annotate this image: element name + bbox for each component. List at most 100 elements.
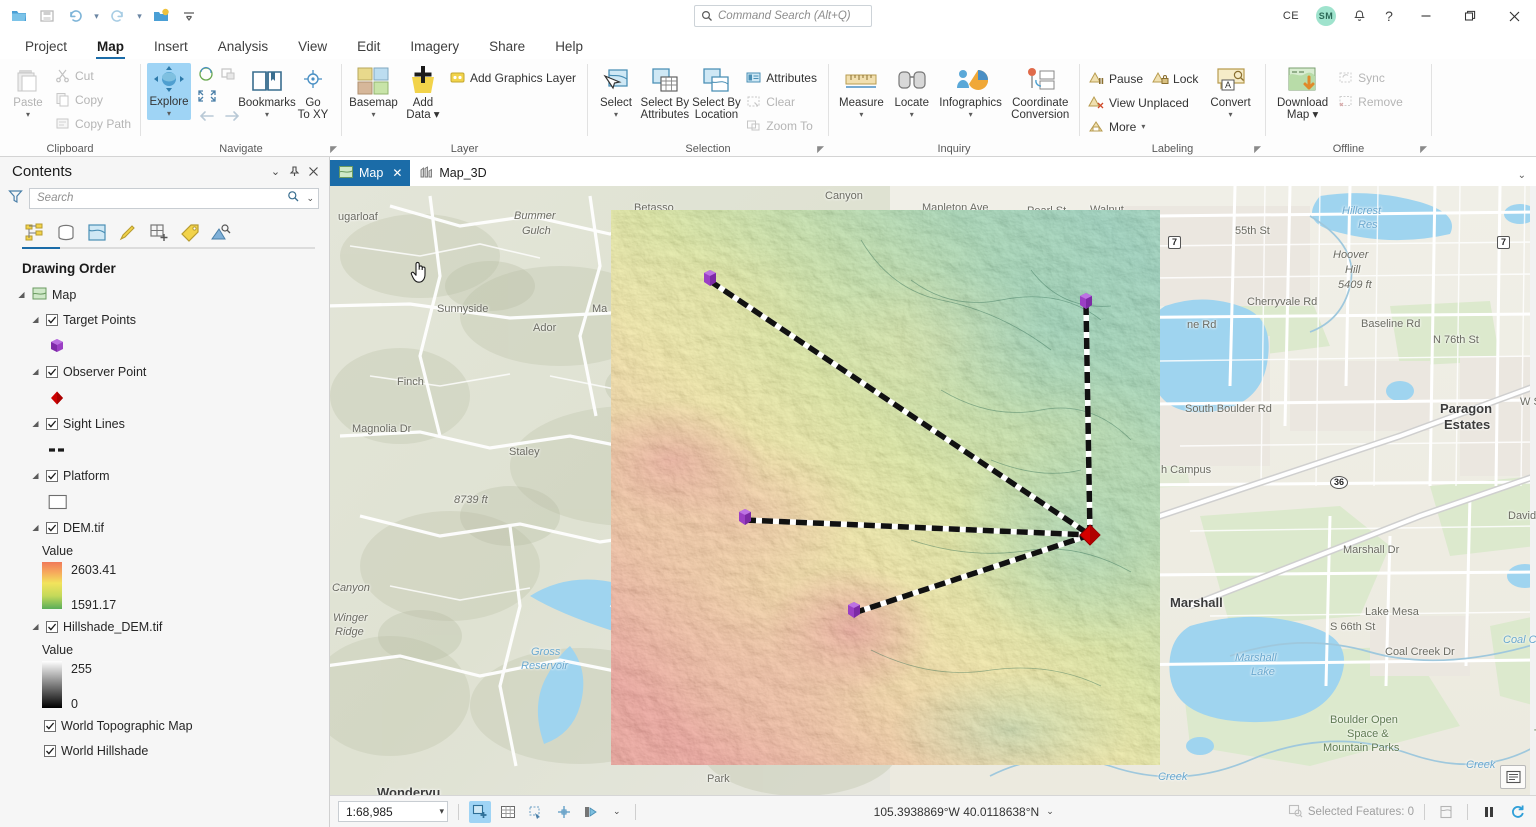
drawing-status-icon[interactable]	[1435, 801, 1457, 823]
search-icon[interactable]	[287, 190, 300, 206]
infographics-caret[interactable]: ▾	[969, 110, 973, 119]
basemap-button[interactable]: Basemap ▾	[348, 63, 399, 121]
expand-arrow-icon[interactable]: ◢	[30, 622, 41, 631]
status-more-caret[interactable]: ⌄	[609, 806, 625, 817]
paste-button[interactable]: Paste ▾	[6, 63, 50, 121]
list-by-snapping-icon[interactable]	[146, 220, 172, 246]
expand-arrow-icon[interactable]: ◢	[30, 523, 41, 532]
zoom-in-corners-icon[interactable]	[197, 89, 217, 106]
more-labeling-button[interactable]: More ▾	[1086, 115, 1203, 138]
toc-checkbox-hillshade[interactable]	[46, 620, 58, 633]
scale-dropdown-caret[interactable]: ▾	[439, 806, 444, 817]
list-by-diagram-icon[interactable]	[208, 220, 234, 246]
list-by-drawing-order-icon[interactable]	[22, 220, 48, 246]
toc-checkbox-observer-point[interactable]	[46, 365, 58, 378]
toc-item-dem[interactable]: ◢ DEM.tif	[8, 515, 329, 540]
view-tab-map-3d[interactable]: Map_3D	[410, 160, 494, 186]
copy-button[interactable]: Copy	[52, 88, 136, 111]
select-by-location-button[interactable]: Select By Location	[692, 63, 742, 123]
measure-button[interactable]: Measure ▾	[835, 63, 888, 121]
list-by-data-source-icon[interactable]	[53, 220, 79, 246]
explore-button[interactable]: Explore ▾	[147, 63, 191, 120]
ribbon-tab-view[interactable]: View	[283, 37, 342, 59]
toc-item-platform[interactable]: ◢ Platform	[8, 463, 329, 488]
forward-arrow-icon[interactable]	[223, 109, 241, 126]
contents-close-icon[interactable]	[304, 160, 323, 182]
contents-pin-icon[interactable]	[285, 160, 304, 182]
pause-drawing-icon[interactable]	[1478, 801, 1500, 823]
restore-button[interactable]	[1448, 0, 1492, 32]
download-map-button[interactable]: Download Map ▾	[1272, 63, 1333, 123]
attributes-button[interactable]: Attributes	[743, 66, 822, 89]
view-tab-map[interactable]: Map ✕	[330, 160, 411, 186]
toc-checkbox-world-hillshade[interactable]	[44, 744, 56, 757]
undo-dropdown-caret[interactable]: ▾	[90, 3, 103, 29]
open-project-icon[interactable]	[6, 3, 32, 29]
ribbon-tab-share[interactable]: Share	[474, 37, 540, 59]
undo-icon[interactable]	[62, 3, 88, 29]
ribbon-tab-project[interactable]: Project	[10, 37, 82, 59]
save-project-icon[interactable]	[34, 3, 60, 29]
select-by-attributes-button[interactable]: Select By Attributes	[640, 63, 690, 123]
customize-qat-icon[interactable]	[176, 3, 202, 29]
ribbon-tab-help[interactable]: Help	[540, 37, 598, 59]
convert-labels-caret[interactable]: ▾	[1229, 110, 1233, 119]
full-extent-icon[interactable]	[197, 65, 215, 86]
expand-arrow-icon[interactable]: ◢	[30, 367, 41, 376]
selection-dialog-launcher-icon[interactable]: ◤	[817, 144, 824, 155]
coordinate-conversion-button[interactable]: Coordinate Conversion	[1007, 63, 1073, 123]
labeling-dialog-launcher-icon[interactable]: ◤	[1254, 144, 1261, 155]
view-tab-overflow-caret[interactable]: ⌄	[1518, 170, 1536, 186]
map-scale-selector[interactable]: 1:68,985 ▾	[338, 801, 448, 822]
clear-selection-button[interactable]: Clear	[743, 90, 822, 113]
offline-dialog-launcher-icon[interactable]: ◤	[1420, 144, 1427, 155]
close-map-tab-icon[interactable]: ✕	[392, 166, 402, 180]
copy-path-button[interactable]: Copy Path	[52, 112, 136, 135]
list-by-selection-icon[interactable]	[84, 220, 110, 246]
minimize-button[interactable]	[1404, 0, 1448, 32]
go-to-xy-button[interactable]: Go To XY	[291, 63, 335, 123]
list-by-editing-icon[interactable]	[115, 220, 141, 246]
back-arrow-icon[interactable]	[198, 109, 216, 126]
map-legend-overlay-button[interactable]	[1500, 765, 1526, 789]
ribbon-tab-analysis[interactable]: Analysis	[203, 37, 283, 59]
ribbon-tab-imagery[interactable]: Imagery	[395, 37, 474, 59]
select-button[interactable]: Select ▾	[594, 63, 638, 121]
selection-tool-button[interactable]	[469, 800, 491, 823]
expand-arrow-icon[interactable]: ◢	[30, 471, 41, 480]
locate-caret[interactable]: ▾	[910, 110, 914, 119]
search-dropdown-caret[interactable]: ⌄	[303, 193, 314, 204]
contents-menu-caret-icon[interactable]: ⌄	[266, 160, 285, 182]
user-avatar-sm[interactable]: SM	[1316, 6, 1336, 26]
map-navigation-button[interactable]	[581, 801, 603, 823]
view-unplaced-button[interactable]: View Unplaced	[1086, 91, 1203, 114]
contents-search-input[interactable]: Search ⌄	[29, 187, 319, 209]
navigate-dialog-launcher-icon[interactable]: ◤	[330, 144, 337, 155]
save-as-icon[interactable]	[148, 3, 174, 29]
infographics-button[interactable]: Infographics ▾	[936, 63, 1006, 121]
select-caret[interactable]: ▾	[614, 110, 618, 119]
refresh-icon[interactable]	[1506, 801, 1528, 823]
sync-button[interactable]: Sync	[1335, 66, 1408, 89]
ribbon-tab-insert[interactable]: Insert	[139, 37, 203, 59]
pause-labeling-button[interactable]: Pause	[1086, 67, 1148, 90]
toc-checkbox-dem[interactable]	[46, 521, 58, 534]
convert-labels-button[interactable]: A Convert ▾	[1205, 63, 1255, 121]
more-labeling-caret[interactable]: ▾	[1141, 122, 1145, 131]
zoom-to-selection-button[interactable]: Zoom To	[743, 114, 822, 137]
ribbon-tab-edit[interactable]: Edit	[342, 37, 395, 59]
cut-button[interactable]: Cut	[52, 64, 136, 87]
ribbon-tab-map[interactable]: Map	[82, 37, 139, 59]
notifications-bell-icon[interactable]	[1344, 0, 1374, 32]
expand-arrow-icon[interactable]: ◢	[30, 419, 41, 428]
selection-chip-button[interactable]	[525, 801, 547, 823]
toc-checkbox-target-points[interactable]	[46, 313, 58, 326]
previous-extent-icon[interactable]	[219, 65, 237, 86]
toc-item-world-topographic-map[interactable]: World Topographic Map	[8, 713, 329, 738]
toc-item-world-hillshade[interactable]: World Hillshade	[8, 738, 329, 763]
toc-item-hillshade[interactable]: ◢ Hillshade_DEM.tif	[8, 614, 329, 639]
map-view[interactable]: 7 7 36 ugarloaf Bummer Gulch Betasso Mapleto…	[330, 186, 1536, 795]
snapping-button[interactable]	[553, 801, 575, 823]
user-initials-ce[interactable]: CE	[1274, 10, 1308, 22]
command-search-input[interactable]: Command Search (Alt+Q)	[694, 5, 872, 27]
